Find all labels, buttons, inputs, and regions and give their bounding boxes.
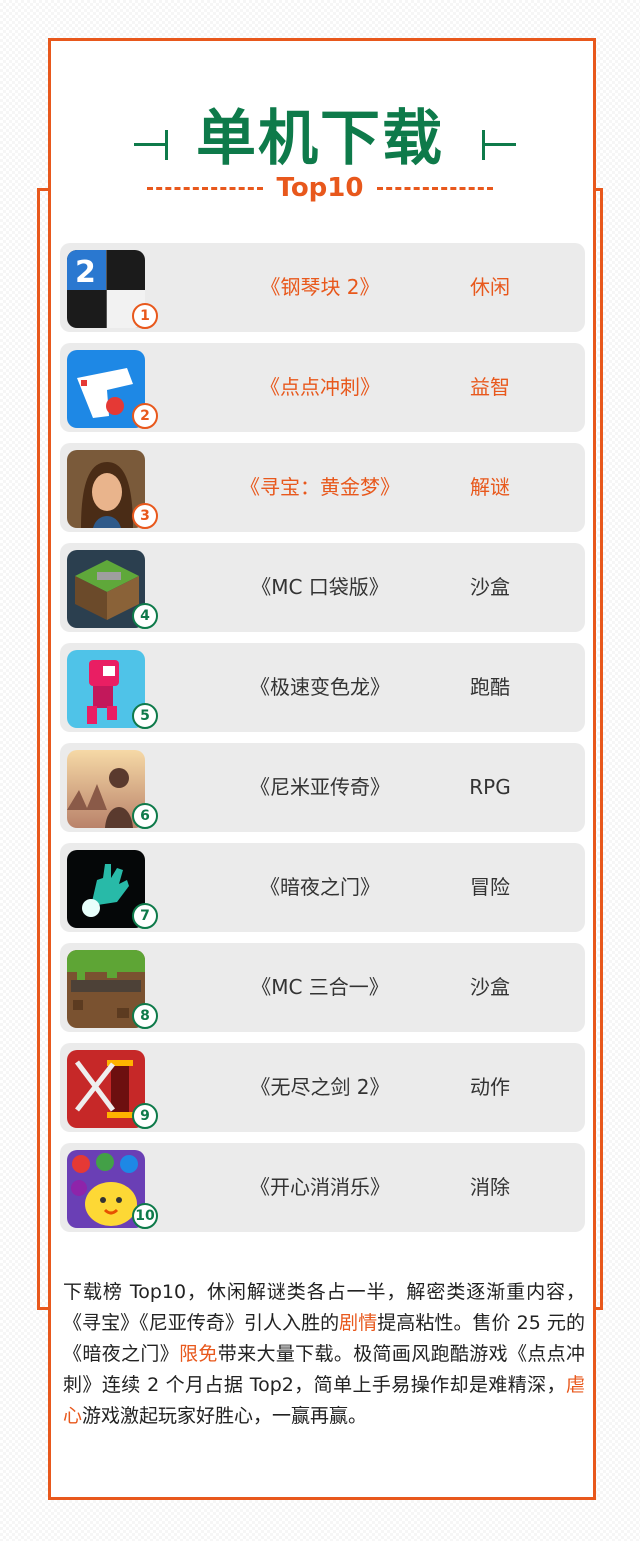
- rank-badge: 7: [132, 903, 158, 929]
- svg-text:2: 2: [75, 255, 96, 290]
- rank-badge: 9: [132, 1103, 158, 1129]
- page-title: 单机下载: [196, 104, 444, 174]
- game-genre: RPG: [469, 775, 511, 799]
- subtitle-row: Top10: [0, 172, 640, 204]
- game-name: 《钢琴块 2》: [260, 275, 380, 299]
- summary-paragraph: 下载榜 Top10，休闲解谜类各占一半，解密类逐渐重内容，《寻宝》《尼亚传奇》引…: [63, 1277, 585, 1432]
- game-genre: 沙盒: [470, 575, 510, 599]
- ranking-row-4[interactable]: 4 《MC 口袋版》 沙盒: [60, 543, 585, 632]
- game-genre: 益智: [470, 375, 510, 399]
- game-genre: 冒险: [470, 875, 510, 899]
- dash-divider-right: [377, 186, 494, 190]
- summary-text-4: 游戏激起玩家好胜心，一赢再赢。: [82, 1405, 368, 1427]
- ranking-row-10[interactable]: 10 《开心消消乐》 消除: [60, 1143, 585, 1232]
- game-name: 《开心消消乐》: [250, 1175, 390, 1199]
- ranking-row-5[interactable]: 5 《极速变色龙》 跑酷: [60, 643, 585, 732]
- rank-badge: 8: [132, 1003, 158, 1029]
- dash-divider-left: [146, 186, 263, 190]
- game-genre: 休闲: [470, 275, 510, 299]
- game-name: 《MC 口袋版》: [251, 575, 389, 599]
- game-name: 《无尽之剑 2》: [250, 1075, 390, 1099]
- rank-badge: 3: [132, 503, 158, 529]
- rank-badge: 5: [132, 703, 158, 729]
- game-name: 《寻宝：黄金梦》: [240, 475, 400, 499]
- rank-badge: 6: [132, 803, 158, 829]
- page-subtitle: Top10: [276, 173, 364, 203]
- ranking-row-2[interactable]: 2 《点点冲刺》 益智: [60, 343, 585, 432]
- title-bracket-right: [482, 130, 516, 160]
- highlight-plot: 剧情: [339, 1312, 378, 1334]
- rank-badge: 10: [132, 1203, 158, 1229]
- ranking-row-7[interactable]: 7 《暗夜之门》 冒险: [60, 843, 585, 932]
- game-name: 《极速变色龙》: [250, 675, 390, 699]
- highlight-free: 限免: [179, 1343, 218, 1365]
- game-name: 《尼米亚传奇》: [250, 775, 390, 799]
- game-name: 《暗夜之门》: [260, 875, 380, 899]
- game-name: 《MC 三合一》: [251, 975, 389, 999]
- game-name: 《点点冲刺》: [260, 375, 380, 399]
- game-genre: 沙盒: [470, 975, 510, 999]
- game-genre: 动作: [470, 1075, 510, 1099]
- ranking-row-9[interactable]: 9 《无尽之剑 2》 动作: [60, 1043, 585, 1132]
- rank-badge: 2: [132, 403, 158, 429]
- game-genre: 跑酷: [470, 675, 510, 699]
- ranking-row-8[interactable]: 8 《MC 三合一》 沙盒: [60, 943, 585, 1032]
- ranking-row-3[interactable]: 3 《寻宝：黄金梦》 解谜: [60, 443, 585, 532]
- rank-badge: 4: [132, 603, 158, 629]
- rank-badge: 1: [132, 303, 158, 329]
- ranking-row-1[interactable]: 2 1 《钢琴块 2》 休闲: [60, 243, 585, 332]
- game-genre: 消除: [470, 1175, 510, 1199]
- ranking-row-6[interactable]: 6 《尼米亚传奇》 RPG: [60, 743, 585, 832]
- game-genre: 解谜: [470, 475, 510, 499]
